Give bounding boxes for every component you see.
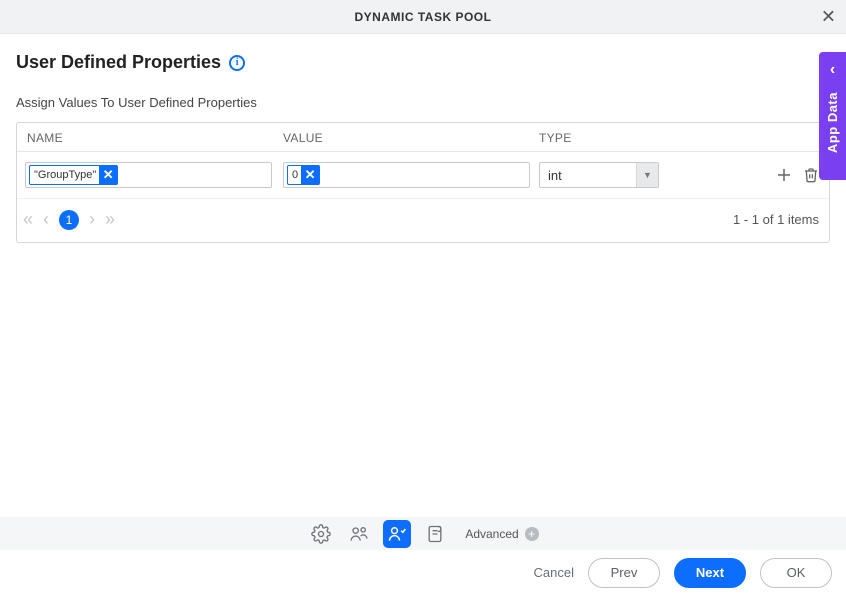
pager: « ‹ 1 › » 1 - 1 of 1 items <box>17 198 829 242</box>
name-token-remove-icon[interactable]: ✕ <box>99 165 117 185</box>
page-title-row: User Defined Properties i <box>16 52 830 73</box>
table-row: "GroupType" ✕ 0 ✕ int ▼ <box>17 151 829 198</box>
name-token: "GroupType" ✕ <box>29 165 118 185</box>
pager-next-icon[interactable]: › <box>89 209 95 230</box>
ok-button[interactable]: OK <box>760 558 832 588</box>
person-active-icon[interactable] <box>383 520 411 548</box>
main-content: User Defined Properties i Assign Values … <box>0 34 846 243</box>
pager-prev-icon[interactable]: ‹ <box>43 209 49 230</box>
name-input[interactable]: "GroupType" ✕ <box>25 162 272 188</box>
pager-last-icon[interactable]: » <box>105 209 115 230</box>
type-select-value: int <box>548 168 562 183</box>
name-token-text: "GroupType" <box>30 169 100 181</box>
dialog-footer: Cancel Prev Next OK <box>0 550 846 595</box>
cell-type: int ▼ <box>539 162 699 188</box>
value-token: 0 ✕ <box>287 165 320 185</box>
chevron-down-icon: ▼ <box>636 163 658 187</box>
table-header-row: NAME VALUE TYPE <box>17 123 829 151</box>
side-tab-app-data[interactable]: ‹ App Data <box>819 52 846 180</box>
value-token-remove-icon[interactable]: ✕ <box>301 165 319 185</box>
plus-circle-icon: + <box>525 527 539 541</box>
advanced-label: Advanced <box>465 527 518 541</box>
step-band: Advanced + <box>0 517 846 550</box>
pager-first-icon[interactable]: « <box>23 209 33 230</box>
pager-info: 1 - 1 of 1 items <box>733 212 819 227</box>
column-header-name: NAME <box>25 131 283 145</box>
dialog-title: DYNAMIC TASK POOL <box>355 10 492 24</box>
column-header-value: VALUE <box>283 131 539 145</box>
prev-button[interactable]: Prev <box>588 558 660 588</box>
chevron-left-icon: ‹ <box>830 62 835 78</box>
side-tab-label: App Data <box>825 92 840 153</box>
close-icon[interactable]: ✕ <box>821 6 836 27</box>
page-title: User Defined Properties <box>16 52 221 73</box>
page-subtitle: Assign Values To User Defined Properties <box>16 95 830 110</box>
type-select[interactable]: int ▼ <box>539 162 659 188</box>
pager-controls: « ‹ 1 › » <box>23 209 115 230</box>
info-icon[interactable]: i <box>229 55 245 71</box>
value-input[interactable]: 0 ✕ <box>283 162 530 188</box>
form-icon[interactable] <box>421 520 449 548</box>
pager-current-page[interactable]: 1 <box>59 210 79 230</box>
properties-table: NAME VALUE TYPE "GroupType" ✕ 0 ✕ <box>16 122 830 243</box>
row-actions <box>699 166 821 184</box>
add-row-button[interactable] <box>775 166 793 184</box>
advanced-toggle[interactable]: Advanced + <box>465 527 538 541</box>
cell-name: "GroupType" ✕ <box>25 162 283 188</box>
cell-value: 0 ✕ <box>283 162 539 188</box>
people-icon[interactable] <box>345 520 373 548</box>
delete-row-button[interactable] <box>803 166 819 184</box>
gear-icon[interactable] <box>307 520 335 548</box>
value-token-text: 0 <box>288 169 302 181</box>
dialog-header: DYNAMIC TASK POOL ✕ <box>0 0 846 34</box>
next-button[interactable]: Next <box>674 558 746 588</box>
cancel-button[interactable]: Cancel <box>534 565 574 580</box>
column-header-type: TYPE <box>539 131 821 145</box>
